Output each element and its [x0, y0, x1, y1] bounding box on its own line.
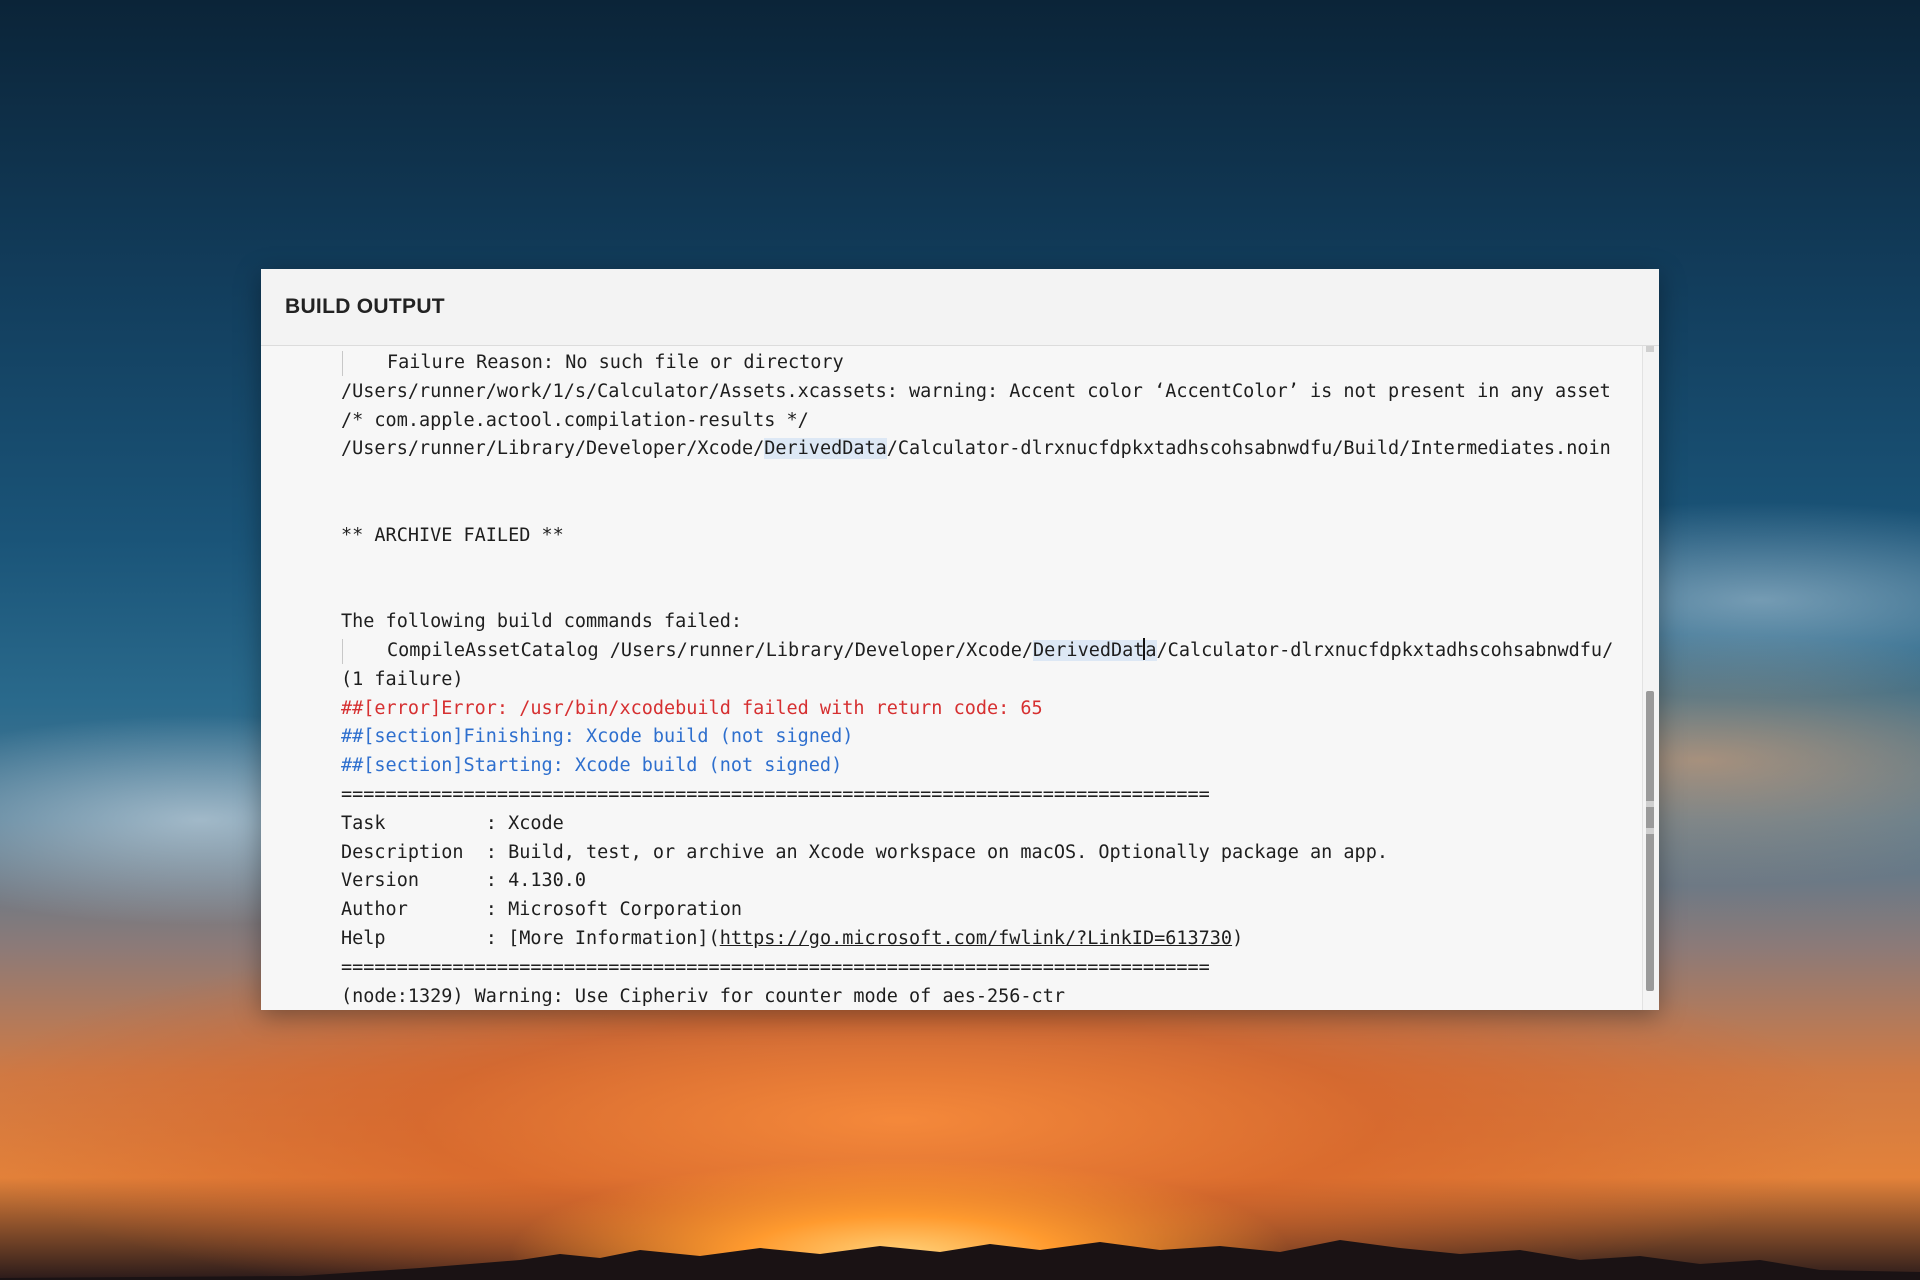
build-log[interactable]: Failure Reason: No such file or director…	[261, 346, 1643, 1010]
error-line: ##[error]Error: /usr/bin/xcodebuild fail…	[341, 697, 1043, 719]
log-text: /Users/runner/Library/Developer/Xcode/	[341, 438, 765, 460]
scrollbar-thumb[interactable]	[1646, 691, 1654, 991]
section-line: ##[section]Finishing: Xcode build (not s…	[341, 726, 854, 748]
task-info-line: Version : 4.130.0	[341, 870, 587, 892]
log-text: /Calculator-dlrxnucfdpkxtadhscohsabnwdfu…	[1156, 639, 1614, 661]
search-highlight: DerivedData	[764, 438, 887, 460]
log-line: (node:1329) Warning: Use Cipheriv for co…	[341, 985, 1065, 1007]
log-line: (1 failure)	[341, 668, 464, 690]
panel-title: BUILD OUTPUT	[285, 295, 445, 318]
panel-header: BUILD OUTPUT	[261, 269, 1659, 346]
vertical-scrollbar[interactable]	[1642, 346, 1659, 1010]
log-text: /Calculator-dlrxnucfdpkxtadhscohsabnwdfu…	[886, 438, 1611, 460]
task-info-line: Task : Xcode	[341, 812, 564, 834]
task-info-line: Author : Microsoft Corporation	[341, 899, 742, 921]
log-text: CompileAssetCatalog /Users/runner/Librar…	[387, 639, 1034, 661]
log-line: CompileAssetCatalog /Users/runner/Librar…	[261, 637, 1643, 666]
mountain-silhouette	[0, 1240, 1920, 1280]
scroll-track-mark	[1646, 801, 1654, 807]
separator-line: ========================================…	[341, 783, 1210, 805]
separator-line: ========================================…	[341, 956, 1210, 978]
log-text: Help : [More Information](	[341, 927, 720, 949]
log-line: ** ARCHIVE FAILED **	[341, 524, 564, 546]
log-line: /Users/runner/work/1/s/Calculator/Assets…	[341, 380, 1611, 402]
log-line: /* com.apple.actool.compilation-results …	[341, 409, 809, 431]
search-highlight: a	[1145, 639, 1157, 661]
scroll-track-mark	[1646, 828, 1654, 834]
log-line: Failure Reason: No such file or director…	[261, 349, 1643, 378]
section-line: ##[section]Starting: Xcode build (not si…	[341, 755, 843, 777]
log-line: /Users/runner/Library/Developer/Xcode/De…	[261, 435, 1643, 464]
log-line: The following build commands failed:	[341, 611, 742, 633]
task-info-line: Help : [More Information](https://go.mic…	[261, 925, 1643, 954]
log-text: )	[1232, 927, 1244, 949]
task-info-line: Description : Build, test, or archive an…	[341, 841, 1388, 863]
scroll-track-mark	[1646, 346, 1654, 352]
search-highlight: DerivedDat	[1033, 639, 1145, 661]
help-link[interactable]: https://go.microsoft.com/fwlink/?LinkID=…	[720, 928, 1232, 949]
build-output-panel: BUILD OUTPUT Failure Reason: No such fil…	[261, 269, 1659, 1010]
